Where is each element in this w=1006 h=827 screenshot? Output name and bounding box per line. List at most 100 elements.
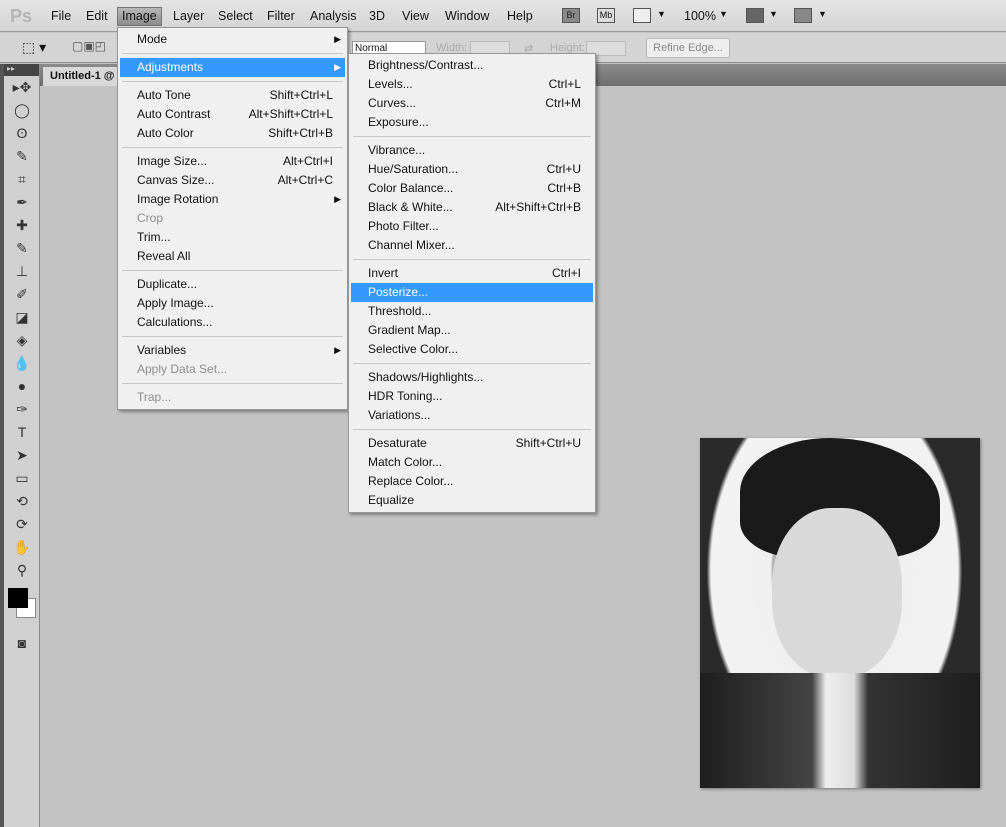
eraser-tool-icon[interactable]: ◪ xyxy=(4,306,40,329)
menu-image[interactable]: Image xyxy=(117,7,162,26)
menu-window[interactable]: Window xyxy=(441,8,493,27)
menu-item-channel-mixer[interactable]: Channel Mixer... xyxy=(351,236,593,255)
menu-item-variables[interactable]: Variables ▶ xyxy=(120,341,345,360)
chevron-down-icon[interactable]: ▼ xyxy=(719,9,728,19)
path-select-tool-icon[interactable]: ➤ xyxy=(4,444,40,467)
menu-item-vibrance[interactable]: Vibrance... xyxy=(351,141,593,160)
stamp-tool-icon[interactable]: ⊥ xyxy=(4,260,40,283)
adjustments-submenu: Brightness/Contrast... Levels... Ctrl+L Cur… xyxy=(348,53,596,513)
menu-help[interactable]: Help xyxy=(503,8,537,27)
menu-item-image-size[interactable]: Image Size... Alt+Ctrl+I xyxy=(120,152,345,171)
menu-item-gradient-map[interactable]: Gradient Map... xyxy=(351,321,593,340)
shortcut-label: Shift+Ctrl+L xyxy=(269,88,333,102)
menu-item-duplicate[interactable]: Duplicate... xyxy=(120,275,345,294)
menu-item-auto-contrast[interactable]: Auto Contrast Alt+Shift+Ctrl+L xyxy=(120,105,345,124)
menu-item-shadows-highlights[interactable]: Shadows/Highlights... xyxy=(351,368,593,387)
menu-item-invert[interactable]: Invert Ctrl+I xyxy=(351,264,593,283)
menu-item-trim[interactable]: Trim... xyxy=(120,228,345,247)
foreground-color-swatch[interactable] xyxy=(8,588,28,608)
arrange-documents-icon[interactable] xyxy=(746,8,764,23)
document-tab[interactable]: Untitled-1 @ xyxy=(43,67,123,86)
menu-item-label: Replace Color... xyxy=(368,474,454,488)
menu-item-desaturate[interactable]: Desaturate Shift+Ctrl+U xyxy=(351,434,593,453)
screen-mode-icon[interactable] xyxy=(794,8,812,23)
crop-tool-icon[interactable]: ⌗ xyxy=(4,168,40,191)
history-brush-tool-icon[interactable]: ✐ xyxy=(4,283,40,306)
zoom-tool-icon[interactable]: ⚲ xyxy=(4,559,40,582)
marquee-tool-preset-icon[interactable]: ⬚ ▾ xyxy=(22,39,46,56)
menu-item-auto-color[interactable]: Auto Color Shift+Ctrl+B xyxy=(120,124,345,143)
3d-orbit-tool-icon[interactable]: ⟳ xyxy=(4,513,40,536)
menu-item-levels[interactable]: Levels... Ctrl+L xyxy=(351,75,593,94)
paint-bucket-tool-icon[interactable]: ◈ xyxy=(4,329,40,352)
menu-separator xyxy=(122,336,343,337)
menu-3d[interactable]: 3D xyxy=(365,8,389,27)
menu-item-mode[interactable]: Mode ▶ xyxy=(120,30,345,49)
menu-item-selective-color[interactable]: Selective Color... xyxy=(351,340,593,359)
menu-item-curves[interactable]: Curves... Ctrl+M xyxy=(351,94,593,113)
menu-select[interactable]: Select xyxy=(214,8,257,27)
menu-item-replace-color[interactable]: Replace Color... xyxy=(351,472,593,491)
menu-item-auto-tone[interactable]: Auto Tone Shift+Ctrl+L xyxy=(120,86,345,105)
menu-file[interactable]: File xyxy=(47,8,75,27)
menu-item-black-white[interactable]: Black & White... Alt+Shift+Ctrl+B xyxy=(351,198,593,217)
menu-item-variations[interactable]: Variations... xyxy=(351,406,593,425)
menu-edit[interactable]: Edit xyxy=(82,8,112,27)
shape-tool-icon[interactable]: ▭ xyxy=(4,467,40,490)
mini-bridge-button[interactable]: Mb xyxy=(597,8,615,23)
menu-item-label: Image Rotation xyxy=(137,192,219,206)
menu-item-equalize[interactable]: Equalize xyxy=(351,491,593,510)
menu-item-threshold[interactable]: Threshold... xyxy=(351,302,593,321)
pen-tool-icon[interactable]: ✑ xyxy=(4,398,40,421)
color-swatches[interactable] xyxy=(4,582,39,632)
quick-mask-icon[interactable]: ◙ xyxy=(4,632,40,655)
selection-mode-icons[interactable]: ▢▣◰ xyxy=(72,39,106,53)
marquee-tool-icon[interactable]: ◯ xyxy=(4,99,40,122)
menu-item-canvas-size[interactable]: Canvas Size... Alt+Ctrl+C xyxy=(120,171,345,190)
toolbox-collapse-icon[interactable]: ▸▸ xyxy=(4,64,39,76)
shortcut-label: Alt+Ctrl+C xyxy=(277,173,333,187)
blur-tool-icon[interactable]: 💧 xyxy=(4,352,40,375)
healing-tool-icon[interactable]: ✚ xyxy=(4,214,40,237)
menu-item-hdr-toning[interactable]: HDR Toning... xyxy=(351,387,593,406)
menu-separator xyxy=(122,147,343,148)
dodge-tool-icon[interactable]: ● xyxy=(4,375,40,398)
menu-item-calculations[interactable]: Calculations... xyxy=(120,313,345,332)
lasso-tool-icon[interactable]: ʘ xyxy=(4,122,40,145)
menu-view[interactable]: View xyxy=(398,8,433,27)
menu-item-label: Variables xyxy=(137,343,187,357)
menu-item-image-rotation[interactable]: Image Rotation ▶ xyxy=(120,190,345,209)
shortcut-label: Alt+Shift+Ctrl+L xyxy=(248,107,333,121)
zoom-level-dropdown[interactable]: 100% xyxy=(680,8,720,27)
brush-tool-icon[interactable]: ✎ xyxy=(4,237,40,260)
view-extras-icon[interactable] xyxy=(633,8,651,23)
menu-filter[interactable]: Filter xyxy=(263,8,299,27)
menu-item-color-balance[interactable]: Color Balance... Ctrl+B xyxy=(351,179,593,198)
menu-item-hue-saturation[interactable]: Hue/Saturation... Ctrl+U xyxy=(351,160,593,179)
menu-item-posterize[interactable]: Posterize... xyxy=(351,283,593,302)
menu-item-brightness-contrast[interactable]: Brightness/Contrast... xyxy=(351,56,593,75)
menu-item-photo-filter[interactable]: Photo Filter... xyxy=(351,217,593,236)
type-tool-icon[interactable]: T xyxy=(4,421,40,444)
menu-item-match-color[interactable]: Match Color... xyxy=(351,453,593,472)
menu-item-label: Desaturate xyxy=(368,436,427,450)
menu-item-exposure[interactable]: Exposure... xyxy=(351,113,593,132)
move-tool-icon[interactable]: ▸✥ xyxy=(4,76,40,99)
bridge-button[interactable]: Br xyxy=(562,8,580,23)
hand-tool-icon[interactable]: ✋ xyxy=(4,536,40,559)
refine-edge-button[interactable]: Refine Edge... xyxy=(646,38,730,58)
document-image xyxy=(700,438,980,788)
menu-item-apply-image[interactable]: Apply Image... xyxy=(120,294,345,313)
menu-analysis[interactable]: Analysis xyxy=(306,8,361,27)
eyedropper-tool-icon[interactable]: ✒ xyxy=(4,191,40,214)
chevron-down-icon[interactable]: ▼ xyxy=(769,9,778,19)
chevron-down-icon[interactable]: ▼ xyxy=(818,9,827,19)
menu-layer[interactable]: Layer xyxy=(169,8,208,27)
menu-item-reveal-all[interactable]: Reveal All xyxy=(120,247,345,266)
3d-rotate-tool-icon[interactable]: ⟲ xyxy=(4,490,40,513)
menu-item-label: Shadows/Highlights... xyxy=(368,370,484,384)
menu-item-label: Invert xyxy=(368,266,399,280)
menu-item-adjustments[interactable]: Adjustments ▶ xyxy=(120,58,345,77)
quick-select-tool-icon[interactable]: ✎ xyxy=(4,145,40,168)
chevron-down-icon[interactable]: ▼ xyxy=(657,9,666,19)
